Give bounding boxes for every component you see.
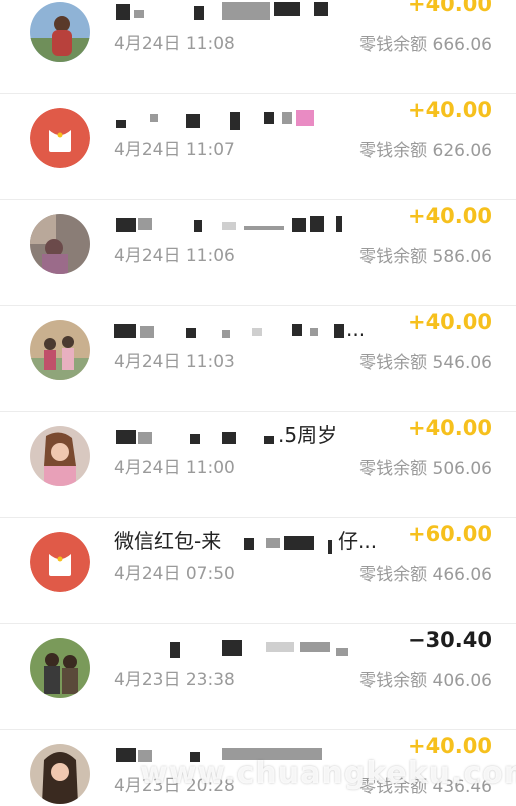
title-ellipsis: ... [346, 317, 366, 341]
transaction-date: 4月24日 11:06 [114, 246, 235, 266]
balance-text: 零钱余额 546.06 [359, 353, 492, 373]
transaction-date: 4月24日 11:00 [114, 458, 235, 478]
transaction-title: ... [114, 314, 394, 344]
balance-text: 零钱余额 506.06 [359, 459, 492, 479]
balance-text: 零钱余额 626.06 [359, 141, 492, 161]
transaction-amount: +40.00 [407, 310, 492, 334]
transaction-date: 4月24日 11:03 [114, 352, 235, 372]
transaction-date: 4月24日 11:07 [114, 140, 235, 160]
avatar [30, 638, 90, 698]
red-packet-icon [30, 532, 90, 592]
avatar [30, 214, 90, 274]
transaction-row[interactable]: 4月24日 11:06 +40.00 零钱余额 586.06 [0, 200, 516, 306]
transaction-title [114, 208, 394, 238]
balance-text: 零钱余额 666.06 [359, 35, 492, 55]
red-packet-icon [30, 108, 90, 168]
transaction-amount: −30.40 [407, 628, 492, 652]
transaction-amount: +40.00 [407, 204, 492, 228]
transaction-title: .5周岁 [114, 420, 394, 450]
title-text: .5周岁 [278, 423, 338, 447]
balance-text: 零钱余额 466.06 [359, 565, 492, 585]
transaction-title [114, 102, 394, 132]
transaction-date: 4月24日 07:50 [114, 564, 235, 584]
transaction-amount: +40.00 [407, 416, 492, 440]
title-text: 微信红包-来 [114, 529, 222, 553]
transaction-row[interactable]: .5周岁 4月24日 11:00 +40.00 零钱余额 506.06 [0, 412, 516, 518]
transaction-title [114, 632, 394, 662]
balance-text: 零钱余额 406.06 [359, 671, 492, 691]
avatar [30, 744, 90, 804]
transaction-title: 微信红包-来 仔... [114, 526, 394, 556]
transaction-row[interactable]: 4月24日 11:07 +40.00 零钱余额 626.06 [0, 94, 516, 200]
transaction-date: 4月24日 11:08 [114, 34, 235, 54]
transaction-row[interactable]: 微信红包-来 仔... 4月24日 07:50 +60.00 零钱余额 466.… [0, 518, 516, 624]
title-suffix: 仔... [338, 529, 378, 553]
avatar [30, 320, 90, 380]
avatar [30, 2, 90, 62]
avatar [30, 426, 90, 486]
transaction-amount: +60.00 [407, 522, 492, 546]
transaction-amount: +40.00 [407, 0, 492, 16]
transaction-list: 4月24日 11:08 +40.00 零钱余额 666.06 4月24日 11:… [0, 0, 516, 806]
transaction-row[interactable]: 4月23日 23:38 −30.40 零钱余额 406.06 [0, 624, 516, 730]
transaction-amount: +40.00 [407, 734, 492, 758]
balance-text: 零钱余额 586.06 [359, 247, 492, 267]
transaction-date: 4月23日 23:38 [114, 670, 235, 690]
transaction-row[interactable]: 4月24日 11:08 +40.00 零钱余额 666.06 [0, 0, 516, 94]
watermark: www.chuangkeku.com [140, 756, 516, 791]
transaction-row[interactable]: ... 4月24日 11:03 +40.00 零钱余额 546.06 [0, 306, 516, 412]
transaction-amount: +40.00 [407, 98, 492, 122]
transaction-title [114, 0, 394, 26]
